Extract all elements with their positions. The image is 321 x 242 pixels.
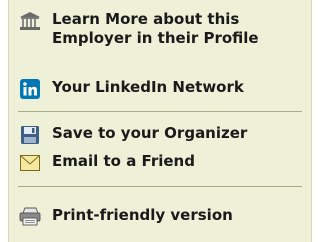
print-friendly-label: Print-friendly version (52, 206, 233, 224)
divider (18, 111, 302, 112)
print-friendly-link[interactable]: Print-friendly version (19, 206, 301, 227)
linkedin-network-label: Your LinkedIn Network (52, 78, 244, 96)
employer-profile-label: Learn More about this Employer in their … (52, 10, 259, 48)
email-friend-link[interactable]: Email to a Friend (19, 152, 301, 173)
employer-profile-link[interactable]: Learn More about this Employer in their … (19, 10, 301, 48)
linkedin-icon (19, 79, 41, 99)
linkedin-network-link[interactable]: Your LinkedIn Network (19, 78, 301, 99)
building-icon (19, 11, 41, 31)
floppy-disk-icon (19, 125, 41, 145)
save-organizer-label: Save to your Organizer (52, 124, 248, 142)
divider (18, 186, 302, 187)
tools-panel: Learn More about this Employer in their … (8, 0, 312, 242)
envelope-icon (19, 153, 41, 173)
employer-profile-line2: Employer in their Profile (52, 29, 259, 47)
employer-profile-line1: Learn More about this (52, 10, 240, 28)
save-organizer-link[interactable]: Save to your Organizer (19, 124, 301, 145)
email-friend-label: Email to a Friend (52, 152, 195, 170)
printer-icon (19, 207, 41, 227)
